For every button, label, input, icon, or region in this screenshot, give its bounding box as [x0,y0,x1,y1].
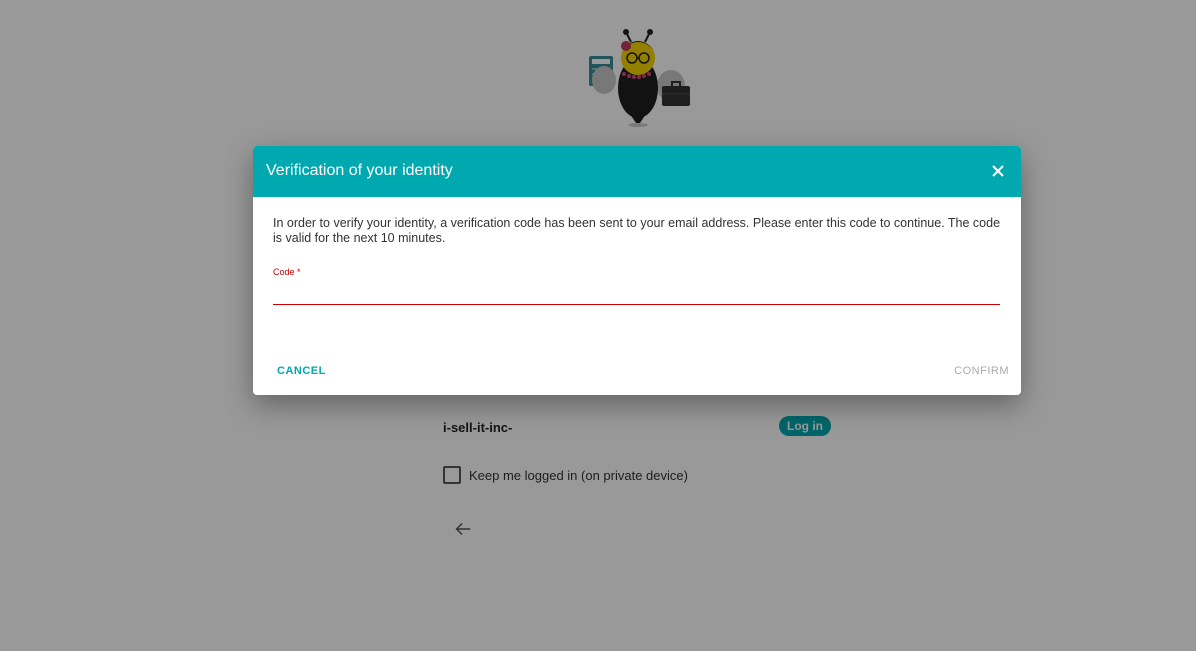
cancel-button[interactable]: CANCEL [277,365,326,377]
dialog-header: Verification of your identity [253,146,1021,197]
dialog-title: Verification of your identity [266,162,453,179]
code-field-label: Code * [273,267,301,277]
code-field: Code * [273,262,1000,305]
confirm-button[interactable]: CONFIRM [954,365,1009,377]
dialog-body: In order to verify your identity, a veri… [273,216,1001,305]
verification-message: In order to verify your identity, a veri… [273,216,1001,245]
close-icon [992,165,1004,177]
verification-dialog: Verification of your identity In order t… [253,146,1021,395]
close-button[interactable] [987,160,1009,182]
code-input[interactable] [273,286,1000,305]
dialog-actions: CANCEL CONFIRM [253,365,1021,381]
